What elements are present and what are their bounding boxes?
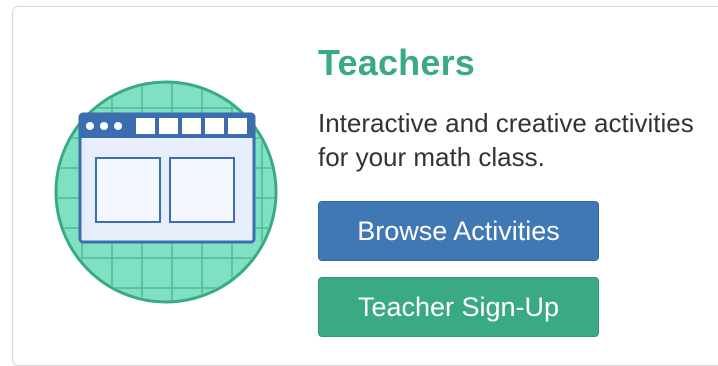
card-description: Interactive and creative activities for … (318, 108, 694, 172)
teacher-signup-label: Teacher Sign-Up (357, 291, 560, 322)
browse-activities-button[interactable]: Browse Activities (318, 201, 599, 261)
card-title: Teachers (318, 42, 476, 83)
teacher-signup-button[interactable]: Teacher Sign-Up (318, 277, 599, 337)
activity-window-icon (54, 80, 278, 304)
browse-activities-label: Browse Activities (357, 215, 560, 246)
